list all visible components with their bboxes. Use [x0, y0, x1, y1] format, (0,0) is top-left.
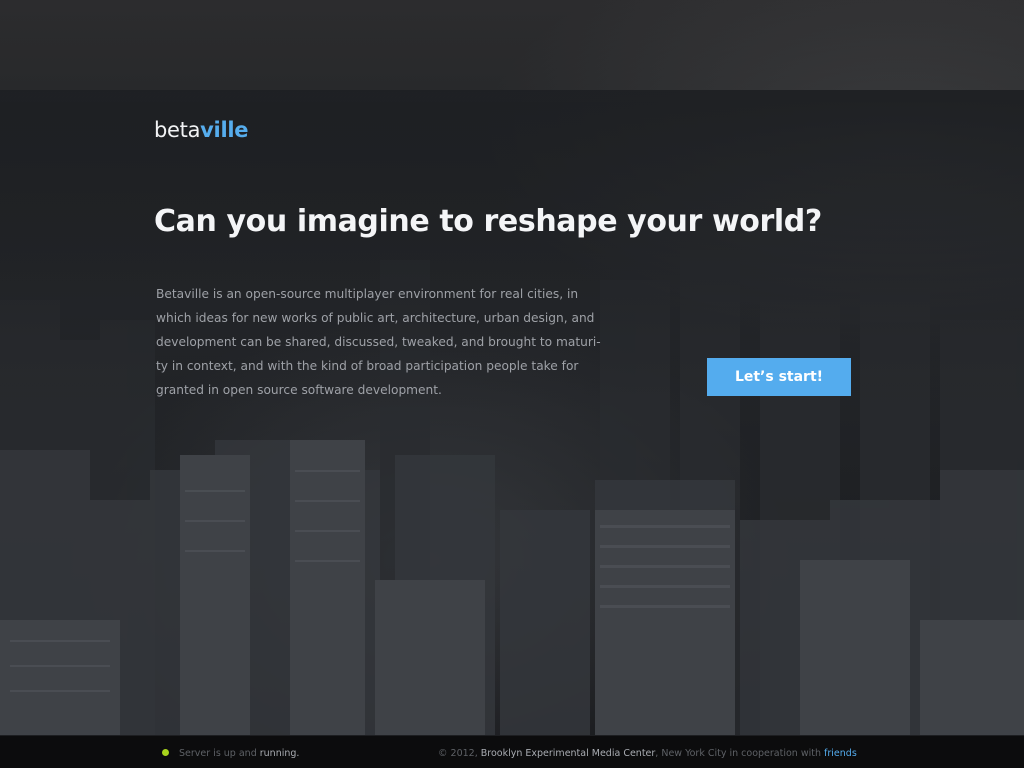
hero-description: Betaville is an open-source multiplayer … — [156, 282, 601, 402]
footer: Server is up and running. © 2012, Brookl… — [0, 735, 1024, 768]
server-status: Server is up and running. — [162, 747, 299, 761]
logo-text-ville: ville — [200, 118, 249, 142]
description-line: ty in context, and with the kind of broa… — [156, 359, 579, 373]
hero-section: betaville Can you imagine to reshape you… — [0, 0, 1024, 735]
status-indicator-icon — [162, 749, 169, 756]
description-line: development can be shared, discussed, tw… — [156, 335, 601, 349]
friends-link[interactable]: friends — [824, 748, 857, 759]
organization-name: Brooklyn Experimental Media Center — [480, 748, 656, 759]
status-value: running. — [259, 748, 300, 759]
lets-start-button[interactable]: Let’s start! — [707, 358, 851, 396]
betaville-logo[interactable]: betaville — [154, 116, 248, 144]
landing-page: betaville Can you imagine to reshape you… — [0, 0, 1024, 768]
hero-headline: Can you imagine to reshape your world? — [154, 204, 822, 239]
description-line: which ideas for new works of public art,… — [156, 311, 595, 325]
status-prefix: Server is up and — [179, 748, 260, 759]
location-text: , New York City in cooperation with — [655, 748, 825, 759]
copyright-text: © 2012, — [438, 748, 481, 759]
description-line: Betaville is an open-source multiplayer … — [156, 287, 579, 301]
footer-credits: © 2012, Brooklyn Experimental Media Cent… — [438, 747, 857, 761]
description-line: granted in open source software developm… — [156, 383, 442, 397]
logo-text-beta: beta — [154, 118, 201, 142]
